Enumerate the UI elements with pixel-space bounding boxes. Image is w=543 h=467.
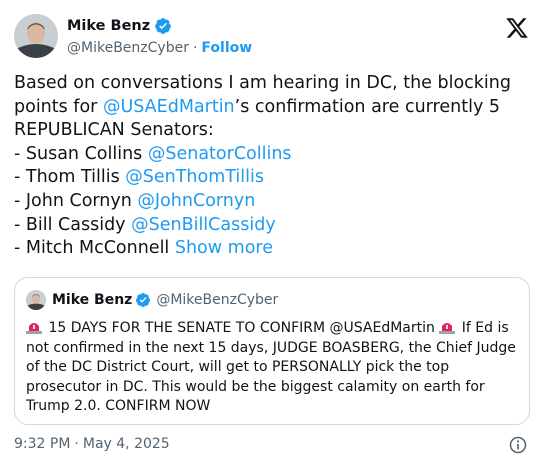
senator-line: - Bill Cassidy @SenBillCassidy	[14, 214, 529, 238]
tweet-line: Based on conversations I am hearing in D…	[14, 73, 511, 93]
quoted-text-part: 15 DAYS FOR THE SENATE TO CONFIRM @USAEd…	[44, 320, 440, 336]
follow-button[interactable]: Follow	[201, 40, 252, 56]
tweet-text-fragment: ’s confirmation are currently 5	[234, 96, 500, 117]
tweet-line: REPUBLICAN Senators:	[14, 120, 214, 141]
verified-badge-icon	[136, 293, 151, 307]
quoted-author-handle: @MikeBenzCyber	[156, 292, 279, 308]
author-info: Mike Benz @MikeBenzCyber · Follow	[67, 16, 252, 59]
tweet-card: Mike Benz @MikeBenzCyber · Follow Based …	[0, 0, 543, 467]
tweet-date[interactable]: May 4, 2025	[83, 436, 170, 452]
quoted-author-avatar	[26, 290, 46, 310]
senator-name: - John Cornyn	[14, 190, 138, 211]
mention-link[interactable]: @SenBillCassidy	[131, 215, 276, 235]
police-siren-icon	[439, 323, 456, 334]
info-icon[interactable]	[508, 435, 528, 455]
author-avatar[interactable]	[14, 14, 58, 58]
author-handle[interactable]: @MikeBenzCyber	[67, 40, 189, 56]
tweet-line: points for @USAEdMartin’s confirmation a…	[14, 96, 529, 120]
x-logo-icon[interactable]	[505, 16, 529, 40]
tweet-footer: 9:32 PM · May 4, 2025	[14, 436, 170, 452]
quoted-tweet-header: Mike Benz @MikeBenzCyber	[26, 290, 278, 310]
quoted-tweet-text: 15 DAYS FOR THE SENATE TO CONFIRM @USAEd…	[26, 319, 522, 417]
tweet-text: Based on conversations I am hearing in D…	[14, 72, 529, 261]
quoted-tweet[interactable]: Mike Benz @MikeBenzCyber 15 DAYS FOR THE…	[14, 277, 530, 425]
senator-line: - Susan Collins @SenatorCollins	[14, 143, 529, 167]
mention-link[interactable]: @USAEdMartin	[103, 97, 235, 117]
tweet-time[interactable]: 9:32 PM	[14, 436, 70, 452]
verified-badge-icon	[155, 18, 172, 34]
quoted-author-name: Mike Benz	[52, 292, 133, 308]
police-siren-icon	[26, 323, 42, 334]
mention-link[interactable]: @SenThomTillis	[125, 167, 264, 187]
senator-line: - Mitch McConnell Show more	[14, 237, 529, 261]
senator-name: - Susan Collins	[14, 143, 148, 164]
mention-link[interactable]: @SenatorCollins	[148, 144, 292, 164]
author-name[interactable]: Mike Benz	[67, 18, 150, 34]
tweet-text-fragment: points for	[14, 96, 103, 117]
mention-link[interactable]: @JohnCornyn	[137, 191, 255, 211]
senator-name: - Mitch McConnell	[14, 238, 175, 259]
footer-separator: ·	[74, 436, 79, 452]
senator-name: - Bill Cassidy	[14, 214, 132, 235]
show-more-link[interactable]: Show more	[175, 238, 273, 258]
senator-line: - John Cornyn @JohnCornyn	[14, 190, 529, 214]
senator-name: - Thom Tillis	[14, 167, 126, 188]
handle-separator: ·	[192, 40, 198, 56]
tweet-header: Mike Benz @MikeBenzCyber · Follow	[14, 12, 529, 60]
senator-line: - Thom Tillis @SenThomTillis	[14, 166, 529, 190]
